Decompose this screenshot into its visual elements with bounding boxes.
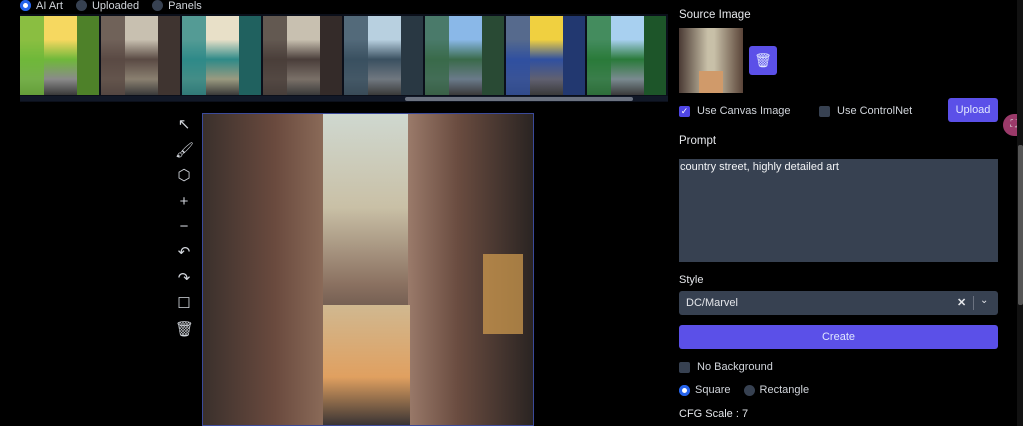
gallery-thumbnail[interactable] <box>263 16 342 95</box>
source-tabs: AI Art Uploaded Panels <box>20 0 212 12</box>
radio-panels[interactable]: Panels <box>152 0 212 11</box>
redo-icon[interactable]: ↷ <box>175 270 193 288</box>
minus-icon[interactable]: − <box>175 218 193 236</box>
gallery-thumbnail[interactable] <box>506 16 585 95</box>
style-label: Style <box>679 274 704 286</box>
panel-scrollbar[interactable] <box>1017 0 1023 426</box>
radio-rectangle[interactable]: Rectangle <box>743 384 820 396</box>
plus-icon[interactable]: + <box>175 193 193 211</box>
trash-icon[interactable]: 🗑 <box>175 321 194 339</box>
source-image-thumbnail <box>679 28 743 93</box>
source-image-label: Source Image <box>679 9 751 21</box>
style-value: DC/Marvel <box>686 297 738 309</box>
prompt-label: Prompt <box>679 135 717 147</box>
chevron-down-icon[interactable]: ⌄ <box>980 295 988 306</box>
gallery-thumbnail[interactable] <box>20 16 99 95</box>
undo-icon[interactable]: ↶ <box>175 244 193 262</box>
divider <box>973 296 974 310</box>
radio-uploaded[interactable]: Uploaded <box>75 0 149 11</box>
gallery-thumbnail[interactable] <box>344 16 423 95</box>
shape-options: Square Rectangle <box>679 384 819 396</box>
canvas-image[interactable] <box>202 113 534 426</box>
gallery-scrollbar[interactable] <box>20 96 668 101</box>
gallery-scrollbar-thumb[interactable] <box>405 97 633 101</box>
brush-icon[interactable]: 🖌 <box>175 142 194 160</box>
radio-square[interactable]: Square <box>679 384 740 396</box>
cube-icon[interactable]: ⬡ <box>175 167 193 185</box>
delete-source-button[interactable]: 🗑 <box>749 46 777 75</box>
prompt-textarea[interactable]: country street, highly detailed art <box>679 159 998 262</box>
style-select[interactable]: DC/Marvel ✕ ⌄ <box>679 291 998 315</box>
square-icon[interactable]: ☐ <box>175 295 193 313</box>
create-button[interactable]: Create <box>679 325 998 349</box>
upload-button[interactable]: Upload <box>948 98 998 122</box>
no-background-checkbox[interactable]: No Background <box>679 361 773 373</box>
use-canvas-checkbox[interactable]: ✓ Use Canvas Image <box>679 105 791 117</box>
clear-icon[interactable]: ✕ <box>957 296 966 309</box>
gallery-thumbnail[interactable] <box>182 16 261 95</box>
panel-scrollbar-thumb[interactable] <box>1018 145 1023 305</box>
cfg-scale-label: CFG Scale : 7 <box>679 408 749 420</box>
gallery-thumbnail[interactable] <box>425 16 504 95</box>
trash-icon: 🗑 <box>754 52 772 68</box>
arrow-up-left-icon[interactable]: ↖ <box>175 116 193 134</box>
gallery-thumbnail[interactable] <box>101 16 180 95</box>
radio-ai-art[interactable]: AI Art <box>20 0 73 11</box>
use-controlnet-checkbox[interactable]: Use ControlNet <box>819 105 912 117</box>
gallery-thumbnail[interactable] <box>587 16 666 95</box>
